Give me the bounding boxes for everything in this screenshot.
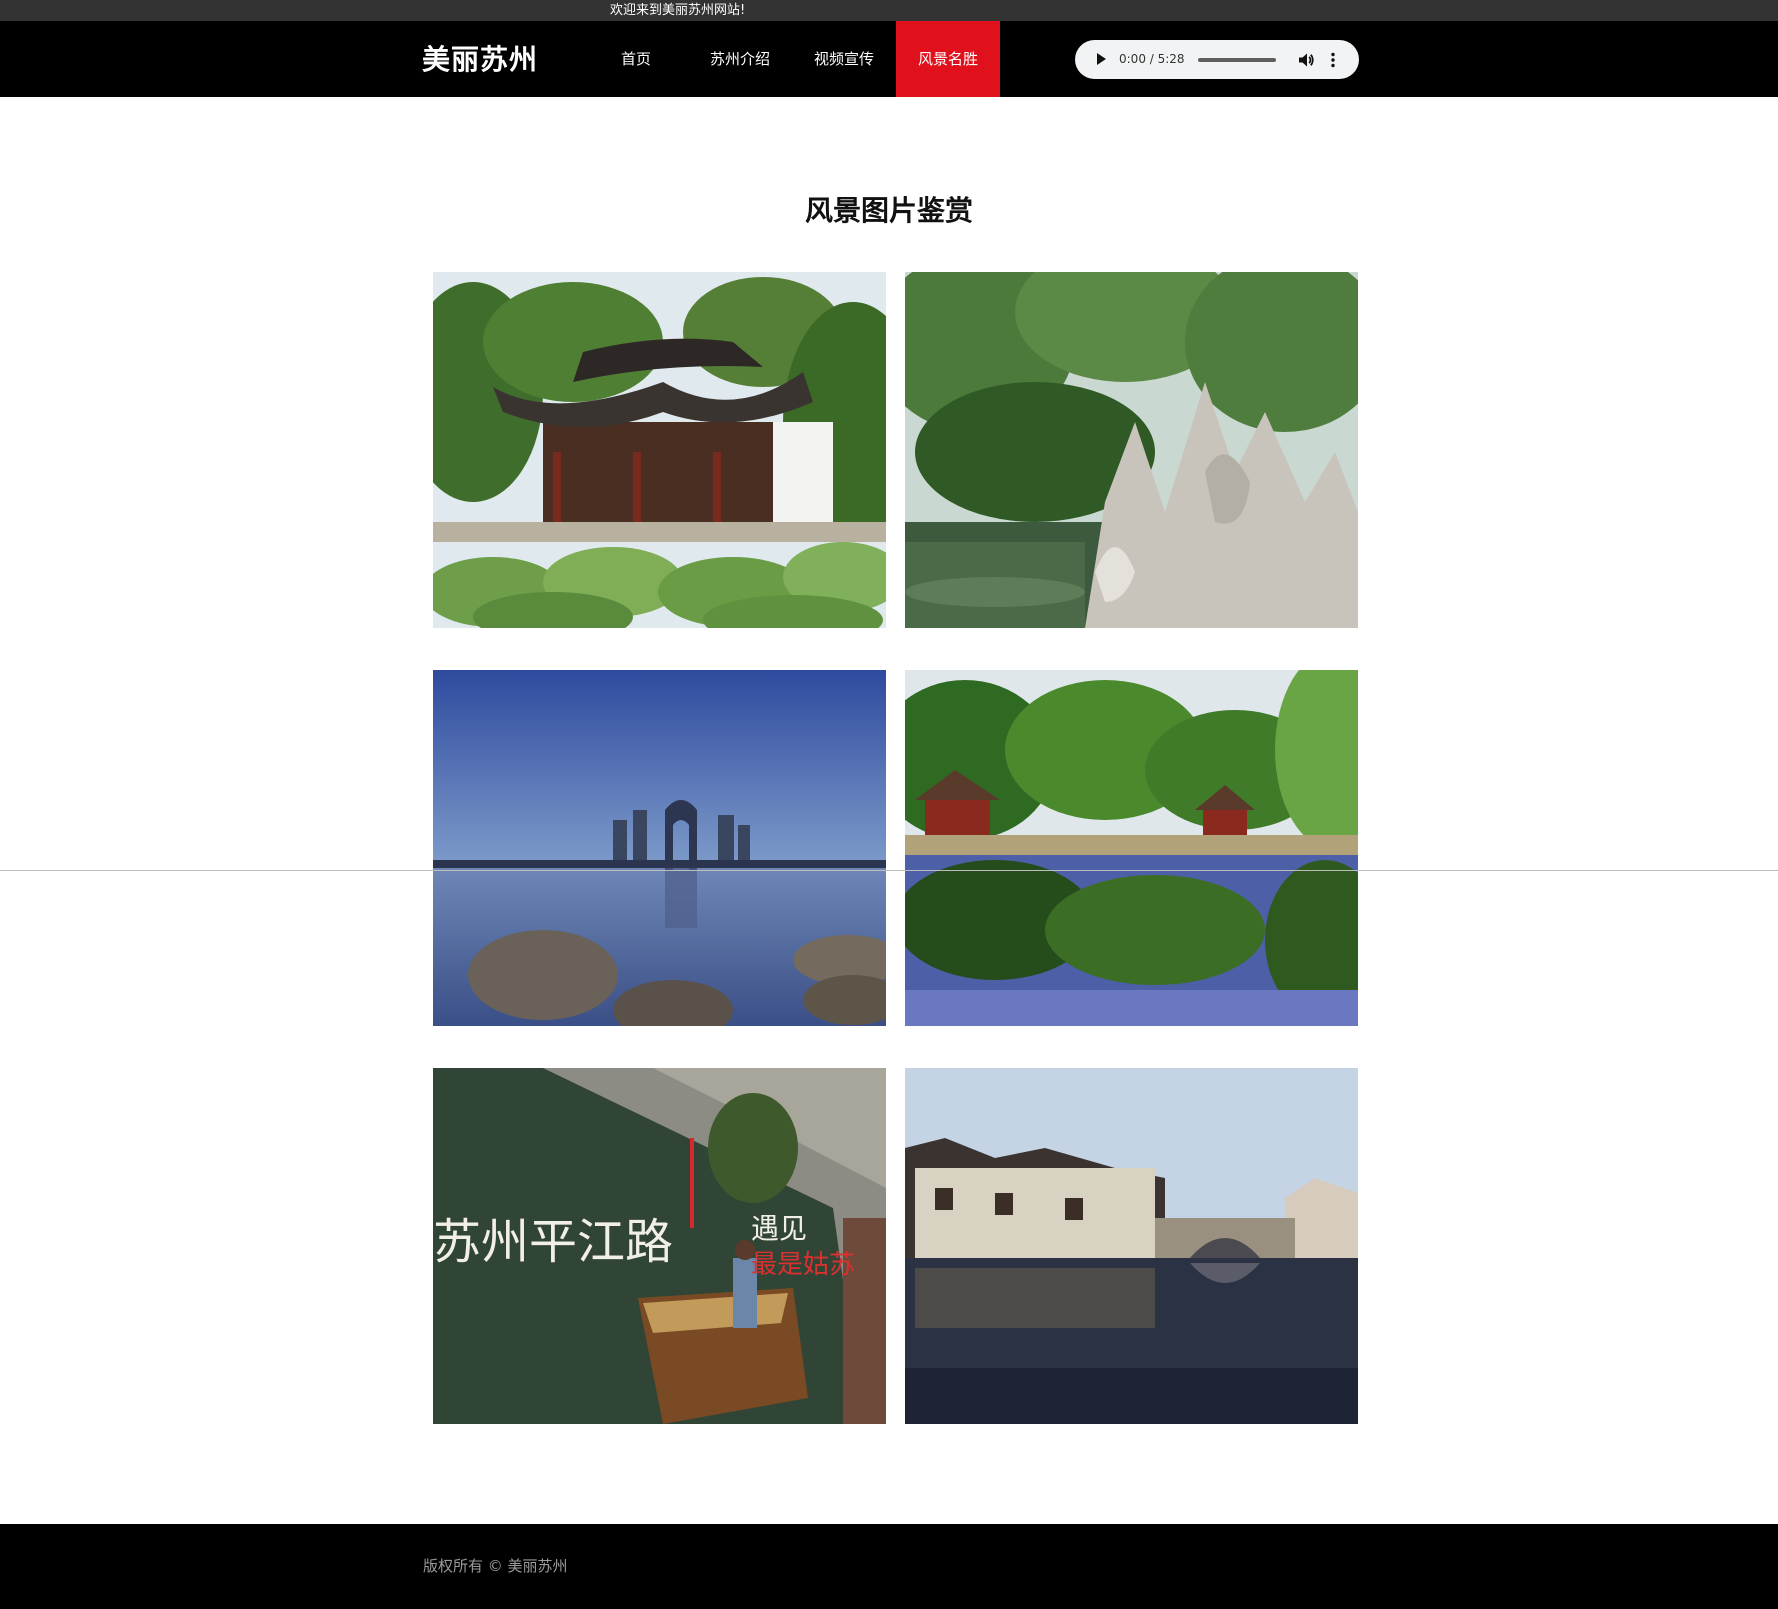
page-title: 风景图片鉴赏: [804, 194, 973, 227]
photo-rockery-pond[interactable]: [905, 272, 1358, 628]
copyright-text: 版权所有 © 美丽苏州: [423, 1557, 568, 1575]
garden-pavilion-lotus-photo: [433, 272, 886, 628]
photo-lake-skyline[interactable]: [433, 670, 886, 1026]
welcome-text: 欢迎来到美丽苏州网站!: [610, 3, 746, 18]
photo-pavilion-reflection[interactable]: [905, 670, 1358, 1026]
site-header: 美丽苏州 首页 苏州介绍 视频宣传 风景名胜 0:00 / 5:28: [0, 21, 1778, 97]
photo-overlay-gusu: 最是姑苏: [751, 1250, 855, 1280]
lake-skyline-dusk-photo: [433, 670, 886, 1026]
nav-suzhou-intro[interactable]: 苏州介绍: [688, 21, 792, 97]
audio-time: 0:00 / 5:28: [1119, 52, 1185, 66]
nav-home[interactable]: 首页: [584, 21, 688, 97]
audio-progress-slider[interactable]: [1198, 58, 1276, 62]
welcome-bar: 欢迎来到美丽苏州网站!: [0, 0, 1778, 21]
volume-icon[interactable]: [1297, 51, 1315, 69]
nav-scenery[interactable]: 风景名胜: [896, 21, 1000, 97]
pingjiang-road-boat-photo: 苏州平江路 遇见 最是姑苏: [433, 1068, 886, 1424]
nav-video[interactable]: 视频宣传: [792, 21, 896, 97]
audio-player[interactable]: 0:00 / 5:28: [1075, 40, 1359, 79]
rockery-pond-photo: [905, 272, 1358, 628]
pavilion-reflection-photo: [905, 670, 1358, 1026]
site-footer: 版权所有 © 美丽苏州: [0, 1524, 1778, 1609]
water-town-bridge-photo: [905, 1068, 1358, 1424]
photo-pingjiang-road[interactable]: 苏州平江路 遇见 最是姑苏: [433, 1068, 886, 1424]
horizontal-divider-line: [0, 870, 1778, 871]
more-options-icon[interactable]: [1330, 51, 1336, 69]
photo-overlay-title: 苏州平江路: [433, 1214, 673, 1270]
photo-garden-pavilion[interactable]: [433, 272, 886, 628]
site-logo[interactable]: 美丽苏州: [422, 42, 538, 78]
play-icon[interactable]: [1097, 53, 1106, 65]
photo-water-town[interactable]: [905, 1068, 1358, 1424]
photo-overlay-meet: 遇见: [751, 1212, 807, 1245]
